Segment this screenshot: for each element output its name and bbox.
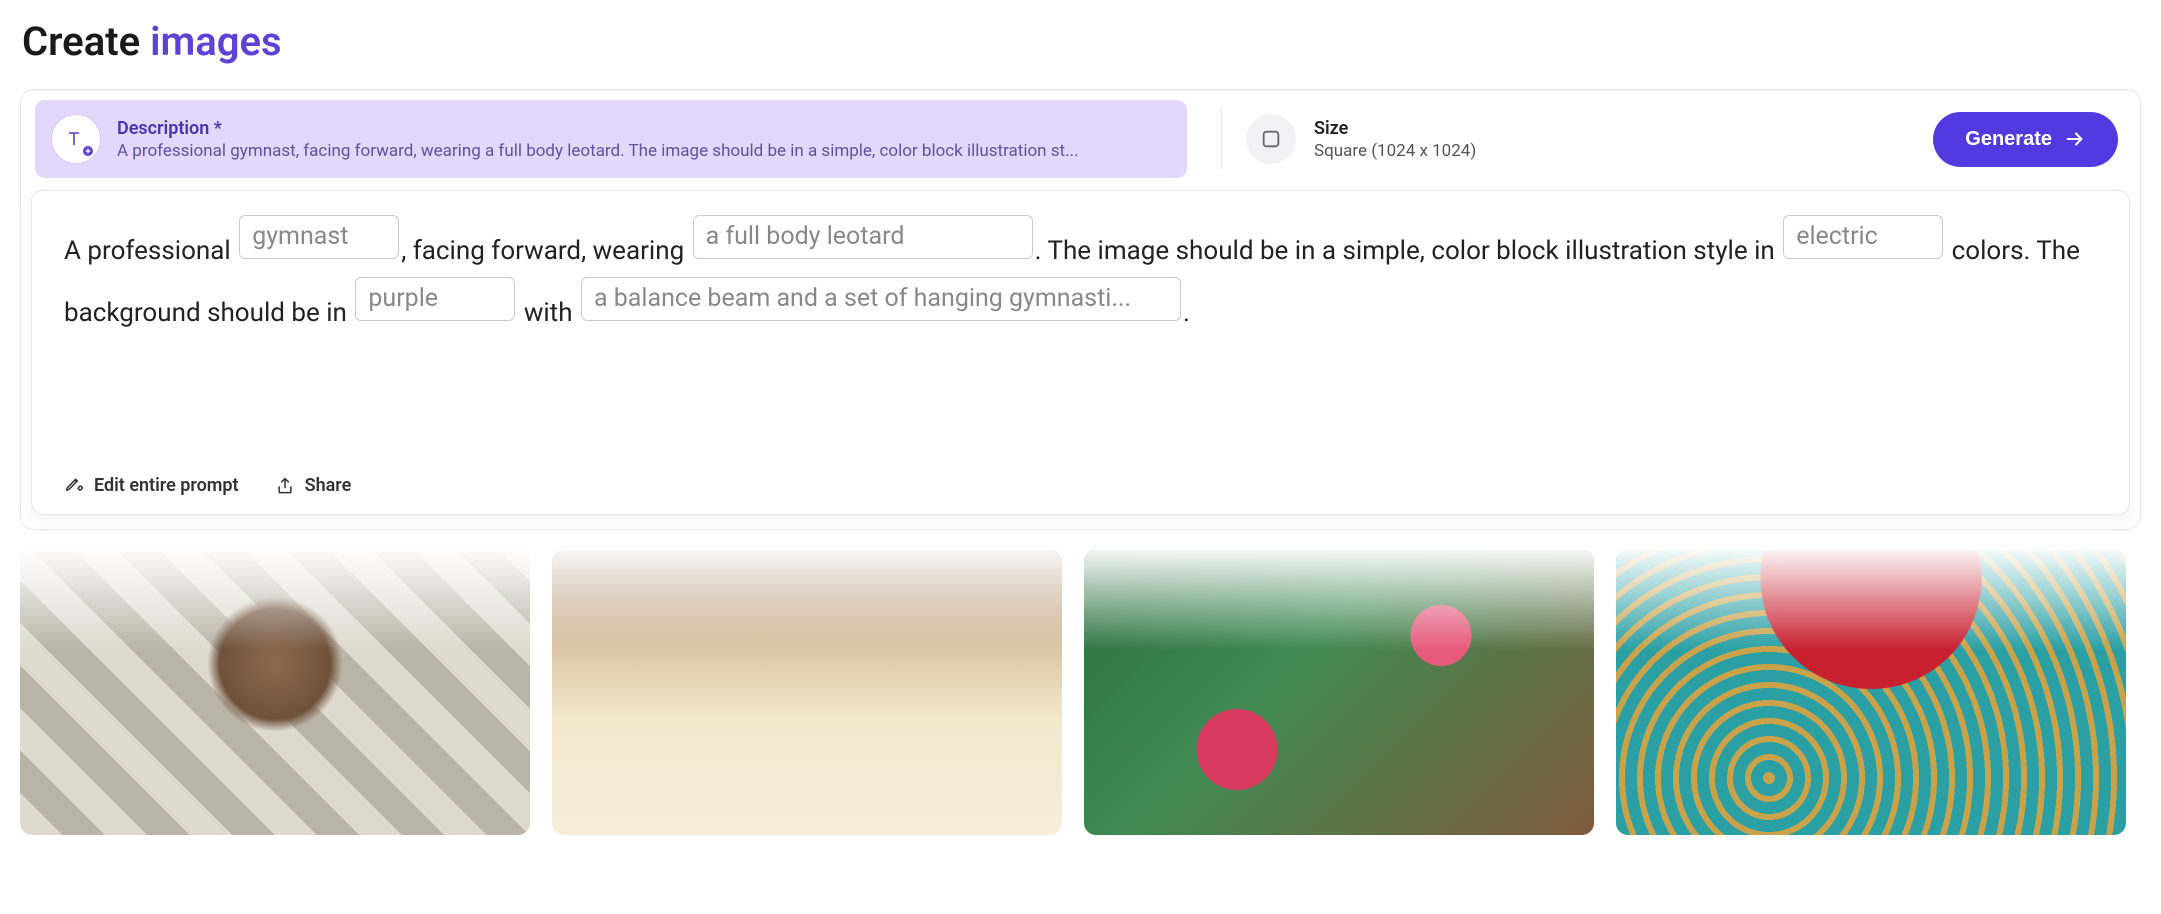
generate-button[interactable]: Generate	[1933, 112, 2118, 167]
title-prefix: Create	[22, 18, 150, 65]
prompt-text: A professional gymnast, facing forward, …	[64, 215, 2097, 339]
prompt-seg: A professional	[64, 236, 237, 266]
text-plus-icon	[51, 114, 101, 164]
title-accent: images	[150, 18, 281, 65]
example-thumb[interactable]	[552, 550, 1062, 835]
prompt-seg: . The image should be in a simple, color…	[1035, 236, 1782, 266]
size-label: Size	[1314, 118, 1476, 139]
example-thumb[interactable]	[1084, 550, 1594, 835]
prompt-seg: , facing forward, wearing	[401, 236, 690, 266]
edit-prompt-button[interactable]: Edit entire prompt	[64, 475, 239, 496]
prompt-editor: A professional gymnast, facing forward, …	[31, 190, 2130, 515]
divider	[1221, 109, 1222, 169]
generate-label: Generate	[1965, 128, 2052, 151]
share-icon	[275, 476, 295, 496]
chip-with[interactable]: a balance beam and a set of hanging gymn…	[581, 277, 1181, 321]
description-pill[interactable]: Description * A professional gymnast, fa…	[35, 100, 1187, 178]
share-label: Share	[305, 475, 352, 496]
share-button[interactable]: Share	[275, 475, 352, 496]
chip-subject[interactable]: gymnast	[239, 215, 399, 259]
prompt-seg: .	[1183, 298, 1190, 328]
example-thumb[interactable]	[1616, 550, 2126, 835]
header-row: Description * A professional gymnast, fa…	[31, 100, 2130, 178]
chip-color[interactable]: electric	[1783, 215, 1943, 259]
edit-icon	[64, 476, 84, 496]
square-icon	[1246, 114, 1296, 164]
page-title: Create images	[22, 18, 2141, 65]
prompt-actions: Edit entire prompt Share	[64, 475, 2097, 496]
example-thumb[interactable]	[20, 550, 530, 835]
size-value: Square (1024 x 1024)	[1314, 141, 1476, 161]
description-label: Description *	[117, 118, 1163, 139]
description-summary: A professional gymnast, facing forward, …	[117, 141, 1163, 161]
prompt-seg: with	[517, 298, 579, 328]
example-thumbnails	[20, 550, 2141, 835]
chip-wearing[interactable]: a full body leotard	[693, 215, 1033, 259]
size-block[interactable]: Size Square (1024 x 1024)	[1246, 114, 1476, 164]
arrow-right-icon	[2064, 128, 2086, 150]
edit-label: Edit entire prompt	[94, 475, 239, 496]
chip-background[interactable]: purple	[355, 277, 515, 321]
generator-card: Description * A professional gymnast, fa…	[20, 89, 2141, 530]
